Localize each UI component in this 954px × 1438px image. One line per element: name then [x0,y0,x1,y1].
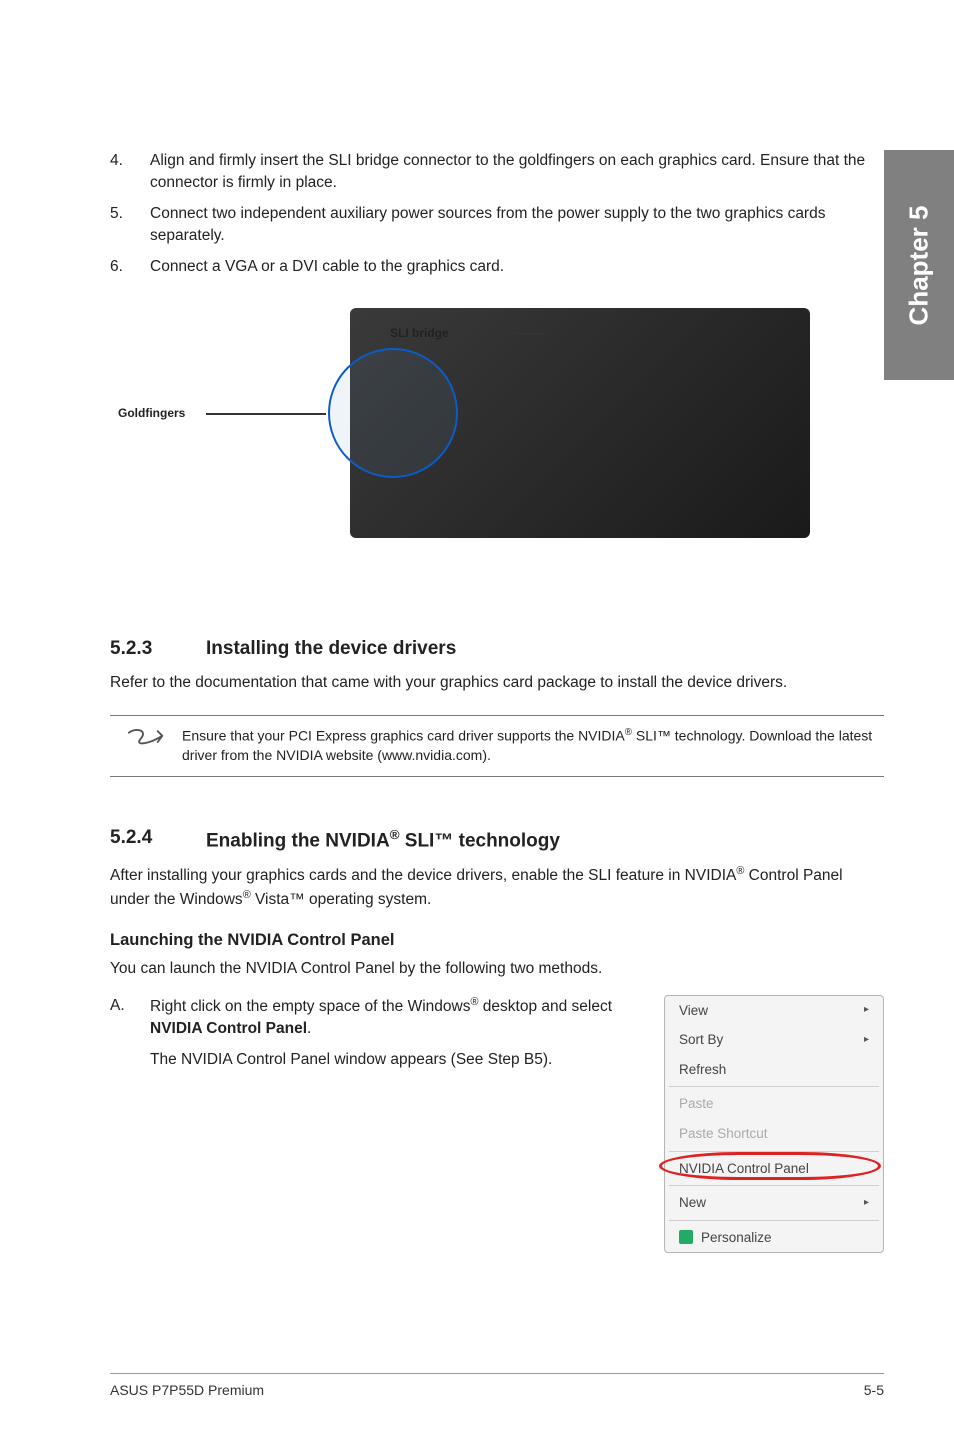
ctx-divider [669,1220,879,1221]
figure-leader-line [206,413,326,415]
method-letter: A. [110,995,150,1254]
subheading-body: You can launch the NVIDIA Control Panel … [110,958,884,980]
ctx-refresh[interactable]: Refresh [665,1055,883,1085]
ctx-sort-by[interactable]: Sort By [665,1025,883,1055]
subheading-launching: Launching the NVIDIA Control Panel [110,931,884,950]
ctx-divider [669,1185,879,1186]
note-box: Ensure that your PCI Express graphics ca… [110,715,884,777]
figure-leader-line [465,333,545,335]
section-5-2-3-body: Refer to the documentation that came wit… [110,672,884,694]
chapter-label: Chapter 5 [904,205,935,325]
ctx-paste: Paste [665,1089,883,1119]
section-5-2-3-heading: 5.2.3 Installing the device drivers [110,638,884,660]
personalize-icon [679,1230,693,1244]
method-a-row: A. Right click on the empty space of the… [110,995,884,1254]
instruction-list: 4. Align and firmly insert the SLI bridg… [110,150,884,278]
step-5: 5. Connect two independent auxiliary pow… [110,203,884,248]
note-icon [110,726,182,756]
ctx-nvidia-control-panel[interactable]: NVIDIA Control Panel [665,1154,883,1184]
step-number: 6. [110,256,150,278]
section-title: Installing the device drivers [206,638,456,660]
ctx-view[interactable]: View [665,996,883,1026]
step-text: Align and firmly insert the SLI bridge c… [150,150,884,195]
page-footer: ASUS P7P55D Premium 5-5 [110,1373,884,1398]
figure-label-sli-bridge: SLI bridge [390,326,449,340]
ctx-divider [669,1086,879,1087]
section-5-2-4-heading: 5.2.4 Enabling the NVIDIA® SLI™ technolo… [110,827,884,852]
section-title: Enabling the NVIDIA® SLI™ technology [206,827,560,852]
section-number: 5.2.4 [110,827,206,852]
ctx-paste-shortcut: Paste Shortcut [665,1119,883,1149]
step-4: 4. Align and firmly insert the SLI bridg… [110,150,884,195]
chapter-side-tab: Chapter 5 [884,150,954,380]
figure-label-goldfingers: Goldfingers [118,406,185,420]
step-text: Connect a VGA or a DVI cable to the grap… [150,256,884,278]
footer-left: ASUS P7P55D Premium [110,1382,264,1398]
step-6: 6. Connect a VGA or a DVI cable to the g… [110,256,884,278]
method-a-text: Right click on the empty space of the Wi… [150,995,664,1254]
section-number: 5.2.3 [110,638,206,660]
step-number: 5. [110,203,150,248]
ctx-divider [669,1151,879,1152]
step-text: Connect two independent auxiliary power … [150,203,884,248]
ctx-new[interactable]: New [665,1188,883,1218]
section-5-2-4-body: After installing your graphics cards and… [110,864,884,911]
sli-figure: SLI bridge Goldfingers [110,308,884,588]
note-text: Ensure that your PCI Express graphics ca… [182,726,884,766]
ctx-personalize[interactable]: Personalize [665,1223,883,1253]
step-number: 4. [110,150,150,195]
footer-right: 5-5 [864,1382,884,1398]
context-menu: View Sort By Refresh Paste Paste Shortcu… [664,995,884,1254]
figure-highlight-circle [328,348,458,478]
